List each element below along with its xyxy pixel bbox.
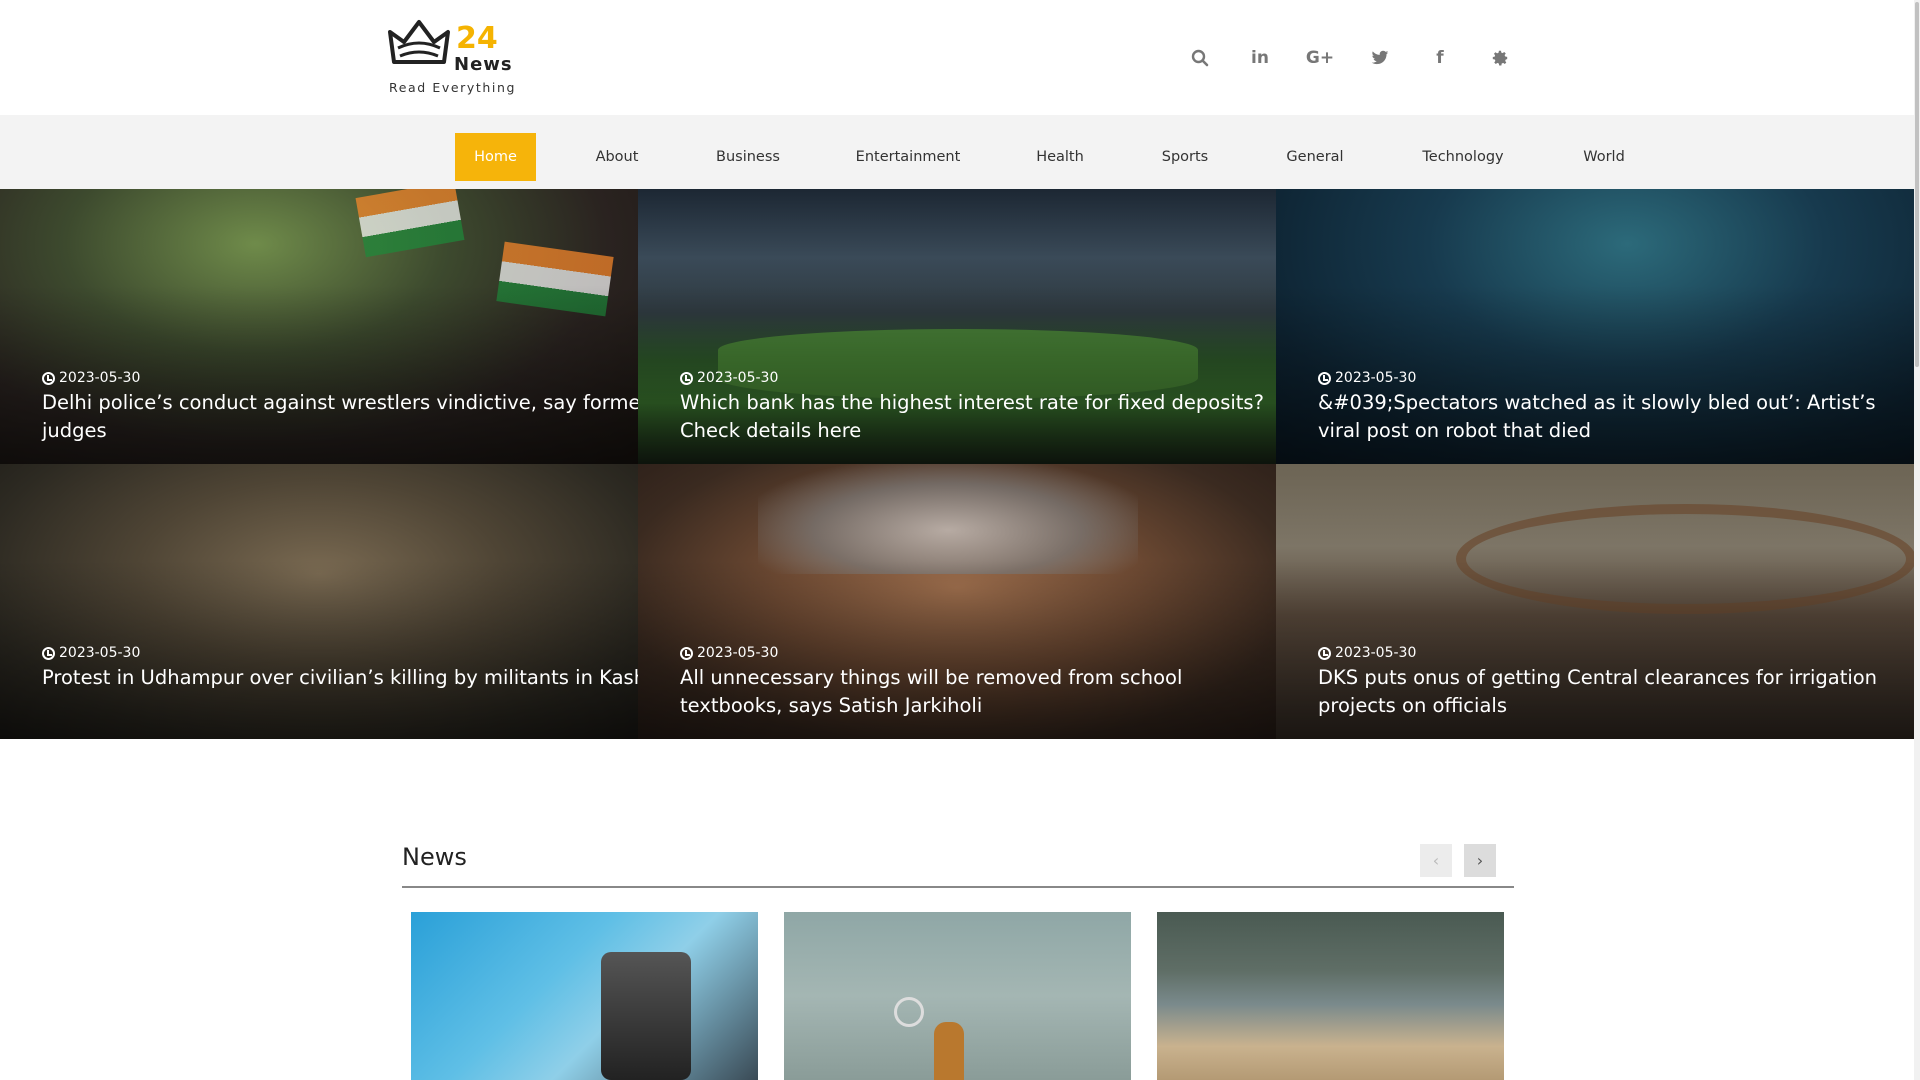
featured-article-1[interactable]: 2023-05-30 Delhi police’s conduct agains… [0,189,638,464]
article-date: 2023-05-30 [680,645,778,661]
nav-world[interactable]: World [1573,133,1635,181]
section-divider [402,886,1514,888]
featured-article-5[interactable]: 2023-05-30 All unnecessary things will b… [638,464,1276,739]
logo-word: News [454,54,513,75]
article-title[interactable]: Which bank has the highest interest rate… [680,389,1270,445]
article-date: 2023-05-30 [42,370,140,386]
news-card-2[interactable] [784,912,1131,1080]
article-title[interactable]: Protest in Udhampur over civilian’s kill… [42,664,638,692]
clock-icon [1318,371,1331,385]
section-heading-news: News [402,843,467,871]
nav-entertainment[interactable]: Entertainment [850,133,966,181]
crown-icon [388,20,450,64]
featured-article-4[interactable]: 2023-05-30 Protest in Udhampur over civi… [0,464,638,739]
nav-technology[interactable]: Technology [1413,133,1513,181]
news-card-3[interactable] [1157,912,1504,1080]
clock-icon [42,371,55,385]
search-icon[interactable] [1170,44,1230,72]
logo-tagline: Read Everything [389,80,517,95]
scrollbar-thumb[interactable] [1915,2,1919,367]
featured-grid: 2023-05-30 Delhi police’s conduct agains… [0,189,1914,739]
google-plus-icon[interactable]: G+ [1290,44,1350,72]
logo-number: 24 [456,21,498,56]
facebook-icon[interactable]: f [1410,44,1470,72]
nav-general[interactable]: General [1279,133,1351,181]
nav-health[interactable]: Health [1027,133,1093,181]
nav-sports[interactable]: Sports [1153,133,1217,181]
article-date: 2023-05-30 [1318,645,1416,661]
nav-home[interactable]: Home [455,133,536,181]
page-scrollbar[interactable] [1914,0,1920,1080]
nav-business[interactable]: Business [708,133,788,181]
nav-about[interactable]: About [583,133,651,181]
clock-icon [680,371,693,385]
article-date: 2023-05-30 [1318,370,1416,386]
featured-article-3[interactable]: 2023-05-30 &#039;Spectators watched as i… [1276,189,1914,464]
article-title[interactable]: &#039;Spectators watched as it slowly bl… [1318,389,1908,445]
site-header: 24 News Read Everything in G+ f [0,0,1920,115]
site-logo[interactable]: 24 News Read Everything [386,18,531,98]
clock-icon [42,646,55,660]
article-title[interactable]: Delhi police’s conduct against wrestlers… [42,389,638,445]
article-date: 2023-05-30 [42,645,140,661]
social-links: in G+ f [1170,44,1530,72]
clock-icon [680,646,693,660]
twitter-icon[interactable] [1350,44,1410,72]
carousel-next-button[interactable]: › [1464,844,1496,877]
featured-article-6[interactable]: 2023-05-30 DKS puts onus of getting Cent… [1276,464,1914,739]
clock-icon [1318,646,1331,660]
main-navigation: Home About Business Entertainment Health… [0,115,1920,189]
linkedin-icon[interactable]: in [1230,44,1290,72]
article-date: 2023-05-30 [680,370,778,386]
featured-article-2[interactable]: 2023-05-30 Which bank has the highest in… [638,189,1276,464]
news-card-1[interactable] [411,912,758,1080]
article-title[interactable]: All unnecessary things will be removed f… [680,664,1270,720]
gear-icon[interactable] [1470,44,1530,72]
carousel-prev-button[interactable]: ‹ [1420,844,1452,877]
article-title[interactable]: DKS puts onus of getting Central clearan… [1318,664,1908,720]
